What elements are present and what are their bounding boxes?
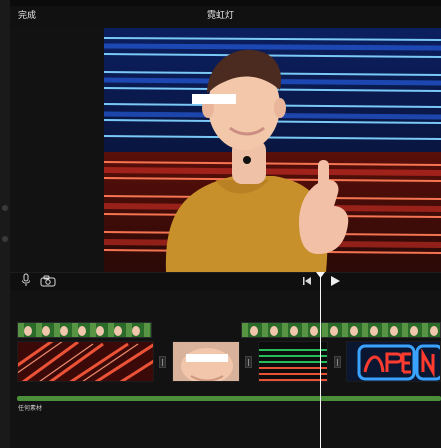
timeline-clip[interactable] — [172, 341, 240, 382]
open-sign-clip-thumbnail — [347, 342, 440, 381]
overlay-thumb-strip-art — [18, 323, 151, 337]
audio-track-bar[interactable] — [17, 396, 441, 401]
neon-red-clip-thumbnail — [18, 342, 153, 381]
playhead-line[interactable] — [320, 276, 321, 448]
video-frame — [104, 28, 441, 272]
editor-screen: 完成 霓虹灯 任何素材 — [0, 0, 441, 448]
timeline-clip[interactable] — [17, 341, 154, 382]
audio-track-label: 任何素材 — [18, 405, 43, 412]
neon-green-red-clip-thumbnail — [259, 342, 327, 381]
overlay-thumb-strip-art — [242, 323, 440, 337]
microphone-icon[interactable] — [20, 273, 32, 287]
project-title: 霓虹灯 — [206, 11, 234, 21]
timeline-clip[interactable] — [346, 341, 441, 382]
split-handle-icon[interactable] — [334, 356, 341, 368]
rail-indicator-dot — [2, 205, 8, 211]
timeline-clip[interactable] — [258, 341, 328, 382]
split-handle-icon[interactable] — [159, 356, 166, 368]
overlay-thumb-strip[interactable] — [241, 322, 441, 338]
skip-to-start-icon[interactable] — [302, 276, 312, 286]
overlay-thumb-strip[interactable] — [17, 322, 152, 338]
split-handle-icon[interactable] — [245, 356, 252, 368]
camera-icon[interactable] — [40, 275, 56, 287]
play-icon[interactable] — [329, 275, 341, 287]
video-preview[interactable] — [104, 28, 441, 272]
face-closeup-clip-thumbnail — [173, 342, 239, 381]
timeline-toolbar — [10, 272, 441, 291]
left-rail — [0, 0, 10, 448]
rail-indicator-dot — [2, 236, 8, 242]
